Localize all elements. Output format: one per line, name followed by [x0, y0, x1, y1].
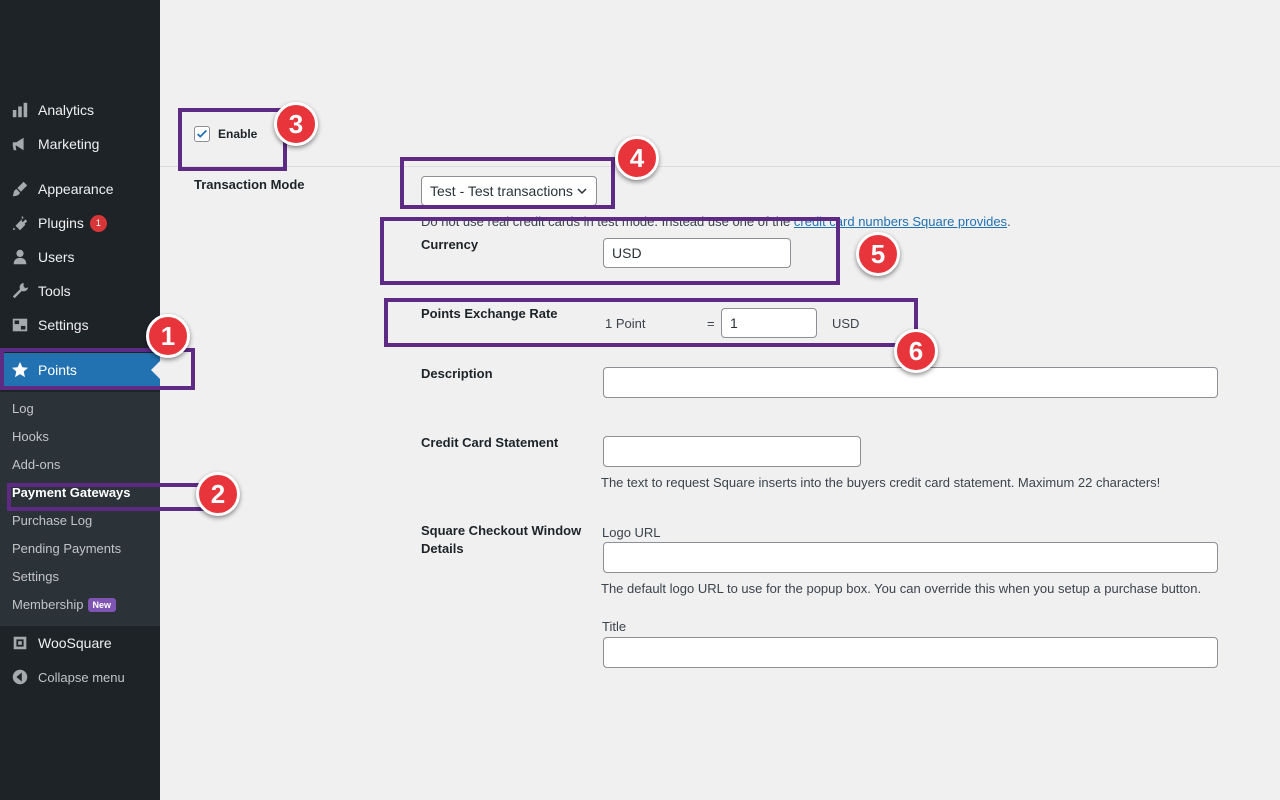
submenu-label: Membership: [12, 597, 84, 612]
menu-label: Settings: [38, 317, 89, 333]
highlight-box-payment-gateways: [7, 483, 211, 511]
callout-5: 5: [856, 232, 900, 276]
menu-label: WooSquare: [38, 635, 112, 651]
title-label: Title: [602, 619, 627, 634]
description-label: Description: [421, 366, 493, 381]
logo-url-help: The default logo URL to use for the popu…: [601, 581, 1202, 596]
wrench-icon: [0, 282, 38, 300]
collapse-menu-button[interactable]: Collapse menu: [0, 660, 160, 694]
menu-label: Tools: [38, 283, 71, 299]
callout-2: 2: [196, 472, 240, 516]
section-divider: [160, 166, 1280, 167]
statement-help: The text to request Square inserts into …: [601, 475, 1161, 490]
highlight-box-currency: [380, 217, 840, 285]
menu-settings[interactable]: Settings: [0, 308, 160, 342]
highlight-box-exchange-rate: [384, 298, 918, 347]
menu-plugins[interactable]: Plugins 1: [0, 206, 160, 240]
square-icon: [0, 634, 38, 652]
menu-label: Collapse menu: [38, 669, 125, 685]
submenu-hooks[interactable]: Hooks: [12, 429, 49, 444]
title-input[interactable]: [603, 637, 1218, 668]
menu-label: Marketing: [38, 136, 100, 152]
logo-url-label: Logo URL: [602, 525, 661, 540]
menu-tools[interactable]: Tools: [0, 274, 160, 308]
menu-label: Appearance: [38, 181, 114, 197]
submenu-log[interactable]: Log: [12, 401, 34, 416]
submenu-settings[interactable]: Settings: [12, 569, 59, 584]
menu-woosquare[interactable]: WooSquare: [0, 626, 160, 660]
menu-label: Users: [38, 249, 75, 265]
statement-input[interactable]: [603, 436, 861, 467]
menu-label: Analytics: [38, 102, 95, 118]
collapse-icon: [0, 668, 38, 686]
submenu-pending-payments[interactable]: Pending Payments: [12, 541, 121, 556]
submenu-add-ons[interactable]: Add-ons: [12, 457, 60, 472]
settings-icon: [0, 316, 38, 334]
user-icon: [0, 248, 38, 266]
callout-1: 1: [146, 314, 190, 358]
submenu-membership[interactable]: Membership New: [12, 597, 117, 613]
callout-4: 4: [615, 136, 659, 180]
megaphone-icon: [0, 135, 38, 153]
menu-analytics[interactable]: Analytics: [0, 93, 160, 127]
menu-users[interactable]: Users: [0, 240, 160, 274]
menu-marketing[interactable]: Marketing: [0, 127, 160, 161]
statement-label: Credit Card Statement: [421, 435, 559, 450]
bar-chart-icon: [0, 101, 38, 119]
highlight-box-enable: [178, 108, 287, 171]
highlight-box-transaction-mode: [400, 157, 615, 209]
callout-6: 6: [894, 329, 938, 373]
logo-url-input[interactable]: [603, 542, 1218, 573]
submenu-purchase-log[interactable]: Purchase Log: [12, 513, 92, 528]
paintbrush-icon: [0, 180, 38, 198]
menu-appearance[interactable]: Appearance: [0, 172, 160, 206]
callout-3: 3: [274, 102, 318, 146]
plugin-icon: [0, 214, 38, 232]
admin-sidebar: Analytics Marketing Appearance Plugins 1…: [0, 0, 160, 800]
menu-label: Plugins: [38, 215, 84, 231]
checkout-details-label: Square Checkout Window Details: [421, 523, 582, 556]
new-badge: New: [87, 598, 117, 612]
notice-end: .: [1007, 214, 1011, 229]
plugin-update-count: 1: [89, 214, 107, 232]
transaction-mode-label: Transaction Mode: [194, 177, 305, 192]
